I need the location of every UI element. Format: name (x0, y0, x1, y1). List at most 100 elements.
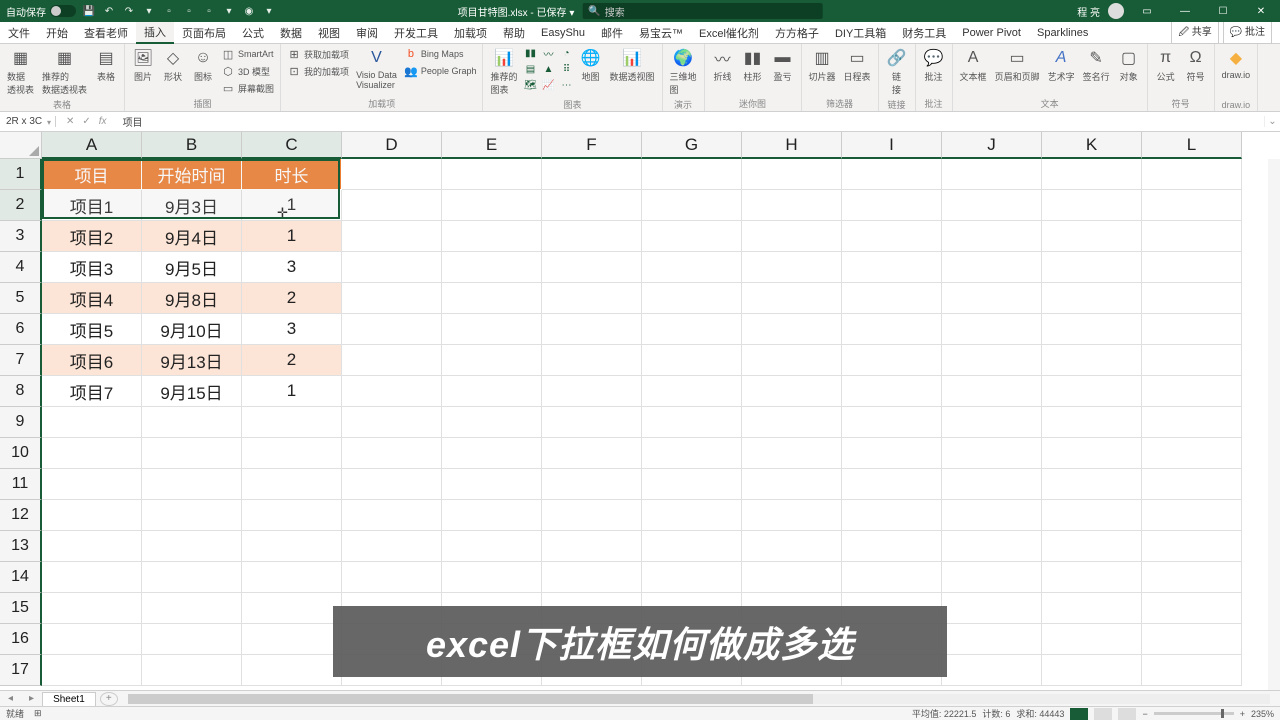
tab-cuihua[interactable]: Excel催化剂 (691, 22, 767, 44)
cell-F5[interactable] (542, 283, 642, 314)
column-header-H[interactable]: H (742, 132, 842, 159)
qat-icon-1[interactable]: ▫ (162, 4, 176, 18)
cell-F7[interactable] (542, 345, 642, 376)
search-box[interactable]: 🔍 搜索 (582, 3, 822, 19)
column-header-J[interactable]: J (942, 132, 1042, 159)
cell-C6[interactable]: 3 (242, 314, 342, 345)
column-headers[interactable]: ABCDEFGHIJKL (42, 132, 1268, 159)
link-button[interactable]: 🔗链 接 (883, 46, 911, 97)
cell-A14[interactable] (42, 562, 142, 593)
wordart-button[interactable]: A艺术字 (1045, 46, 1078, 84)
row-header-5[interactable]: 5 (0, 283, 42, 314)
row-header-11[interactable]: 11 (0, 469, 42, 500)
cell-D8[interactable] (342, 376, 442, 407)
cell-D7[interactable] (342, 345, 442, 376)
cell-H3[interactable] (742, 221, 842, 252)
cell-G13[interactable] (642, 531, 742, 562)
cell-B13[interactable] (142, 531, 242, 562)
cell-L1[interactable] (1142, 159, 1242, 190)
cell-I7[interactable] (842, 345, 942, 376)
cell-E1[interactable] (442, 159, 542, 190)
qat-more-icon[interactable]: ▾ (142, 4, 156, 18)
cell-C16[interactable] (242, 624, 342, 655)
cell-A5[interactable]: 项目4 (42, 283, 142, 314)
cell-C11[interactable] (242, 469, 342, 500)
cell-H12[interactable] (742, 500, 842, 531)
tab-file[interactable]: 文件 (0, 22, 38, 44)
cell-H8[interactable] (742, 376, 842, 407)
tab-cwgj[interactable]: 财务工具 (894, 22, 954, 44)
tab-addins[interactable]: 加载项 (446, 22, 495, 44)
row-header-6[interactable]: 6 (0, 314, 42, 345)
cell-F3[interactable] (542, 221, 642, 252)
cell-E10[interactable] (442, 438, 542, 469)
cell-H5[interactable] (742, 283, 842, 314)
cell-A6[interactable]: 项目5 (42, 314, 142, 345)
cell-J11[interactable] (942, 469, 1042, 500)
cell-L5[interactable] (1142, 283, 1242, 314)
cell-G12[interactable] (642, 500, 742, 531)
cell-L4[interactable] (1142, 252, 1242, 283)
tab-yibao[interactable]: 易宝云™ (631, 22, 691, 44)
pivot-table-button[interactable]: ▦数据 透视表 (4, 46, 37, 97)
cell-D11[interactable] (342, 469, 442, 500)
equation-button[interactable]: π公式 (1152, 46, 1180, 84)
tab-formulas[interactable]: 公式 (234, 22, 272, 44)
column-header-B[interactable]: B (142, 132, 242, 159)
cell-B11[interactable] (142, 469, 242, 500)
cell-B5[interactable]: 9月8日 (142, 283, 242, 314)
cell-K2[interactable] (1042, 190, 1142, 221)
cell-K3[interactable] (1042, 221, 1142, 252)
slicer-button[interactable]: ▥切片器 (806, 46, 839, 84)
cell-L8[interactable] (1142, 376, 1242, 407)
column-header-F[interactable]: F (542, 132, 642, 159)
row-header-3[interactable]: 3 (0, 221, 42, 252)
cell-I1[interactable] (842, 159, 942, 190)
sheet-tab[interactable]: Sheet1 (42, 692, 96, 706)
undo-icon[interactable]: ↶ (102, 4, 116, 18)
pivotchart-button[interactable]: 📊数据透视图 (606, 46, 657, 84)
cell-D6[interactable] (342, 314, 442, 345)
cell-E4[interactable] (442, 252, 542, 283)
bing-maps-button[interactable]: bBing Maps (402, 46, 479, 62)
cell-C9[interactable] (242, 407, 342, 438)
cell-L17[interactable] (1142, 655, 1242, 686)
cell-L16[interactable] (1142, 624, 1242, 655)
cell-H11[interactable] (742, 469, 842, 500)
page-layout-view-button[interactable] (1094, 708, 1112, 720)
drawio-button[interactable]: ◆draw.io (1219, 46, 1254, 81)
tab-home[interactable]: 开始 (38, 22, 76, 44)
table-button[interactable]: ▤表格 (92, 46, 120, 84)
tab-diy[interactable]: DIY工具箱 (827, 22, 894, 44)
cell-L2[interactable] (1142, 190, 1242, 221)
cell-E6[interactable] (442, 314, 542, 345)
cell-K6[interactable] (1042, 314, 1142, 345)
cell-G10[interactable] (642, 438, 742, 469)
textbox-button[interactable]: A文本框 (957, 46, 990, 84)
cell-B14[interactable] (142, 562, 242, 593)
3dmodel-button[interactable]: ⬡3D 模型 (219, 63, 276, 79)
column-header-C[interactable]: C (242, 132, 342, 159)
qat-icon-3[interactable]: ▫ (202, 4, 216, 18)
column-header-I[interactable]: I (842, 132, 942, 159)
cell-F10[interactable] (542, 438, 642, 469)
cell-I12[interactable] (842, 500, 942, 531)
tab-help[interactable]: 帮助 (495, 22, 533, 44)
visio-button[interactable]: VVisio Data Visualizer (353, 46, 400, 91)
formula-expand-icon[interactable]: ⌄ (1264, 116, 1280, 127)
cell-F2[interactable] (542, 190, 642, 221)
qat-icon-5[interactable]: ◉ (242, 4, 256, 18)
cell-A7[interactable]: 项目6 (42, 345, 142, 376)
cell-I2[interactable] (842, 190, 942, 221)
cell-H4[interactable] (742, 252, 842, 283)
tab-sparklines[interactable]: Sparklines (1029, 22, 1096, 44)
page-break-view-button[interactable] (1118, 708, 1136, 720)
cell-J12[interactable] (942, 500, 1042, 531)
cell-C14[interactable] (242, 562, 342, 593)
cell-K8[interactable] (1042, 376, 1142, 407)
cell-J17[interactable] (942, 655, 1042, 686)
cell-H1[interactable] (742, 159, 842, 190)
cell-H14[interactable] (742, 562, 842, 593)
tab-easyshu[interactable]: EasyShu (533, 22, 593, 44)
cell-B4[interactable]: 9月5日 (142, 252, 242, 283)
